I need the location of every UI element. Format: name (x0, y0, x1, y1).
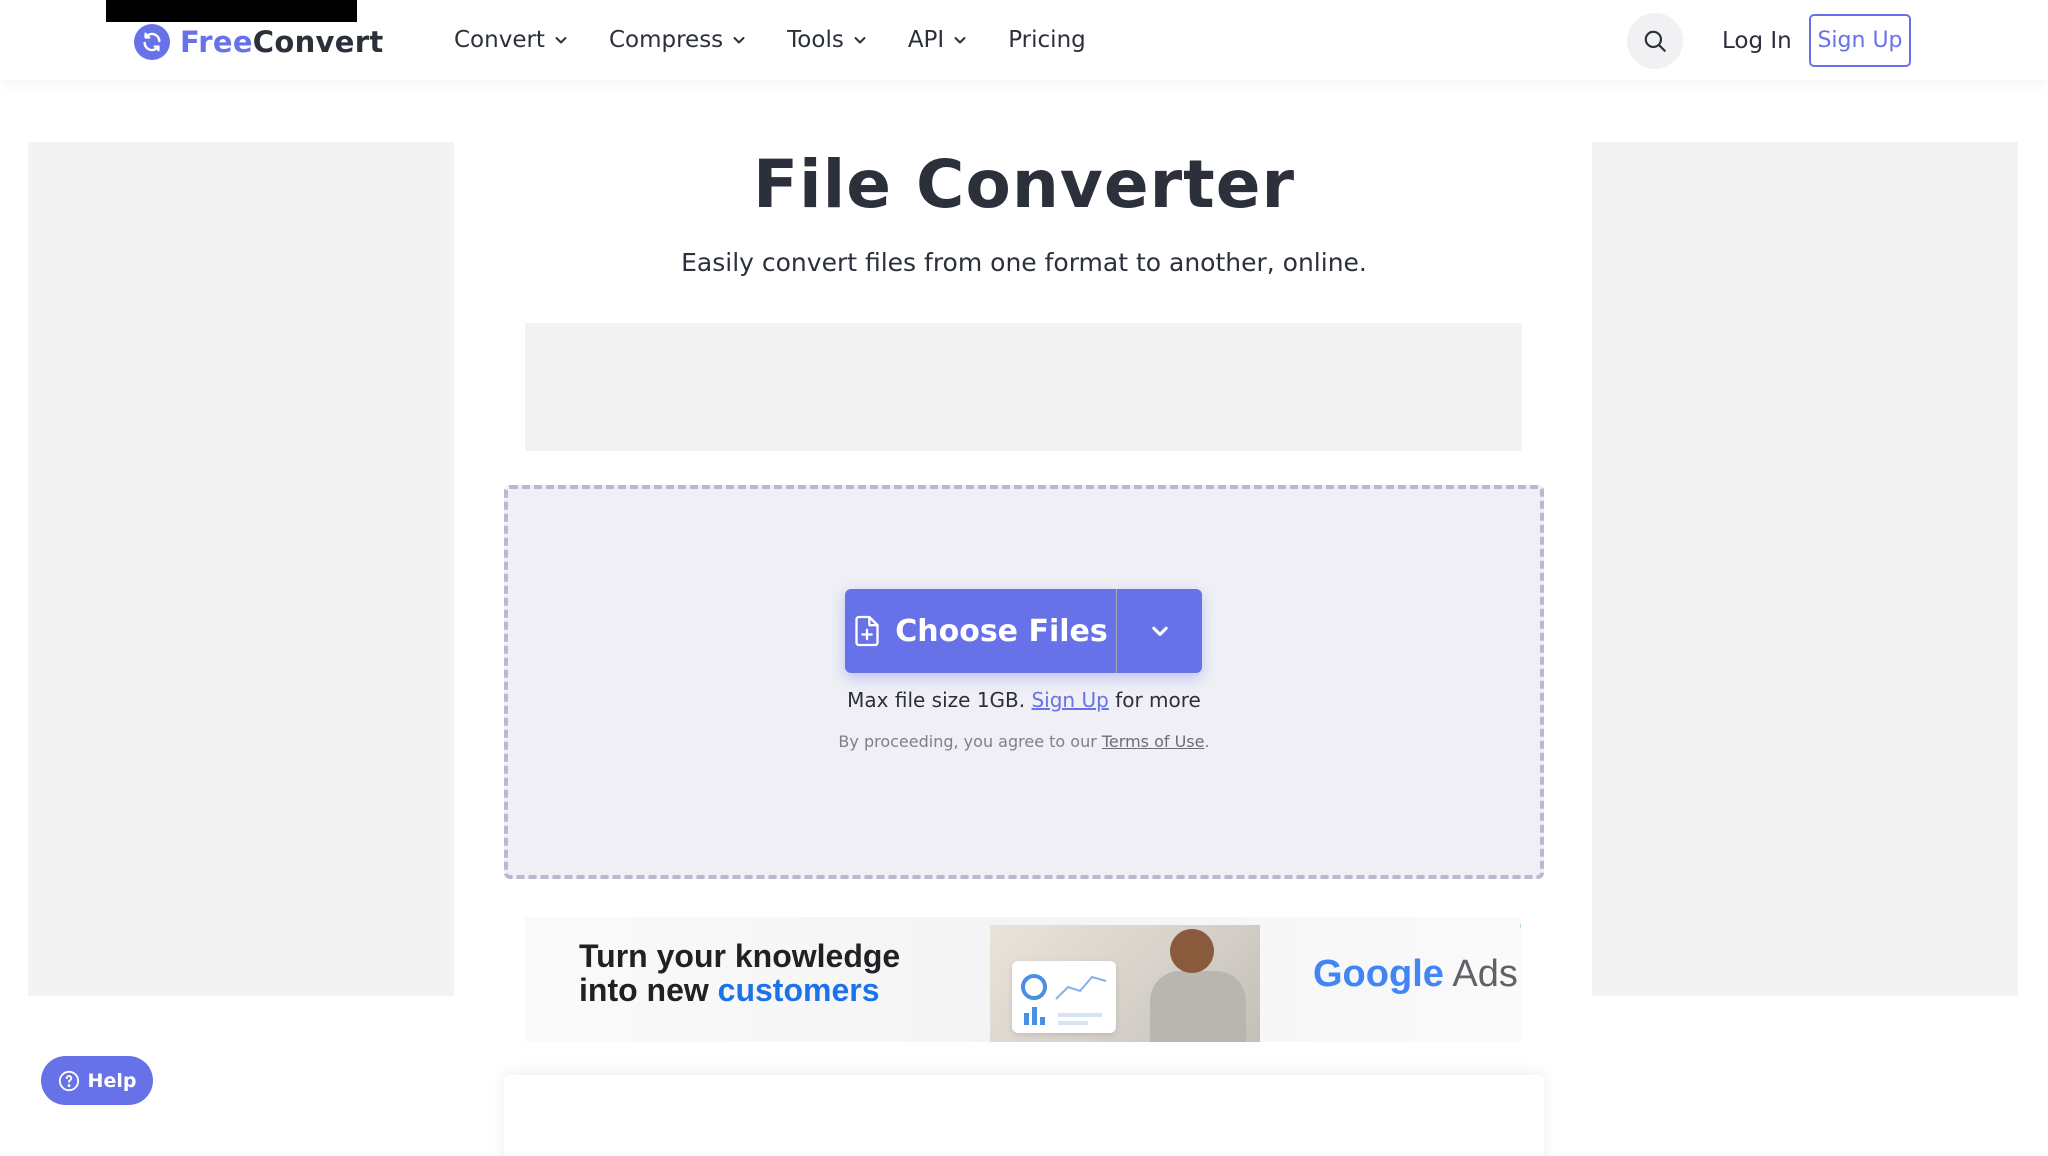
ad-person-head (1170, 929, 1214, 973)
help-button[interactable]: Help (41, 1056, 153, 1105)
chevron-down-icon (1151, 626, 1168, 636)
chevron-down-icon (733, 37, 745, 44)
nav-api-label: API (907, 27, 945, 53)
page-title: File Converter (752, 146, 1296, 223)
refresh-icon (134, 24, 170, 60)
chevron-down-icon (954, 37, 966, 44)
nav-compress-label: Compress (608, 27, 724, 53)
choose-files-label: Choose Files (895, 613, 1108, 649)
nav-tools[interactable]: Tools (787, 22, 868, 58)
ad-headline: Turn your knowledge into new customers (579, 939, 900, 1007)
ad-dashboard-card (1012, 961, 1116, 1033)
right-ad-slot (1592, 142, 2018, 996)
search-button[interactable] (1627, 13, 1683, 69)
search-icon (1644, 30, 1666, 52)
logo-text-convert: Convert (252, 25, 384, 59)
upload-source-dropdown[interactable] (1117, 589, 1202, 673)
left-ad-slot (28, 142, 454, 996)
file-dropzone[interactable] (504, 485, 1544, 879)
top-ad-slot (525, 323, 1522, 451)
ad-line-2-accent: customers (717, 972, 880, 1008)
nav-convert[interactable]: Convert (454, 22, 569, 58)
signup-button[interactable]: Sign Up (1809, 14, 1911, 67)
logo-text-free: Free (180, 25, 253, 59)
google-ads-banner[interactable]: Turn your knowledge into new customers G… (525, 917, 1521, 1042)
page-subtitle: Easily convert files from one format to … (681, 248, 1367, 277)
bottom-content-card (504, 1075, 1544, 1156)
logo-text: FreeConvert (180, 25, 384, 59)
nav-pricing[interactable]: Pricing (1008, 22, 1086, 58)
login-link[interactable]: Log In (1722, 24, 1792, 58)
terms-text: By proceeding, you agree to our (838, 732, 1097, 751)
max-file-size-note: Max file size 1GB. Sign Up for more (504, 688, 1544, 712)
nav-api[interactable]: API (908, 22, 968, 58)
choose-files-group: Choose Files (845, 589, 1202, 673)
site-header: FreeConvert Convert Compress Tools API P… (0, 0, 2048, 80)
ad-photo (990, 925, 1260, 1042)
redaction-bar (106, 0, 357, 22)
max-size-text: Max file size 1GB. (847, 688, 1026, 712)
ad-person-body (1150, 971, 1246, 1042)
terms-note: By proceeding, you agree to our Terms of… (504, 732, 1544, 751)
nav-compress[interactable]: Compress (609, 22, 747, 58)
file-plus-icon (855, 615, 879, 647)
logo[interactable]: FreeConvert (134, 22, 384, 62)
google-ads-logo: Google Ads (1313, 953, 1518, 996)
ad-line-1: Turn your knowledge (579, 938, 901, 974)
choose-files-button[interactable]: Choose Files (845, 589, 1116, 673)
main-nav: Convert Compress Tools API Pricing (454, 22, 1126, 58)
terms-period: . (1204, 732, 1210, 751)
help-label: Help (87, 1069, 137, 1092)
max-size-signup-link[interactable]: Sign Up (1031, 688, 1108, 712)
ad-line-2-plain: into new (579, 972, 709, 1008)
nav-tools-label: Tools (787, 27, 844, 53)
chevron-down-icon (555, 37, 567, 44)
nav-pricing-label: Pricing (1008, 27, 1086, 53)
ads-wordmark: Ads (1452, 953, 1518, 995)
terms-of-use-link[interactable]: Terms of Use (1102, 732, 1205, 751)
max-size-suffix: for more (1115, 688, 1201, 712)
question-circle-icon (58, 1070, 79, 1091)
ad-line-2: into new customers (579, 973, 900, 1007)
ad-choices-icon[interactable] (1515, 919, 1521, 933)
nav-convert-label: Convert (454, 27, 545, 53)
ad-chart-graphic (1021, 974, 1107, 1025)
chevron-down-icon (854, 37, 866, 44)
google-wordmark: Google (1313, 953, 1444, 995)
